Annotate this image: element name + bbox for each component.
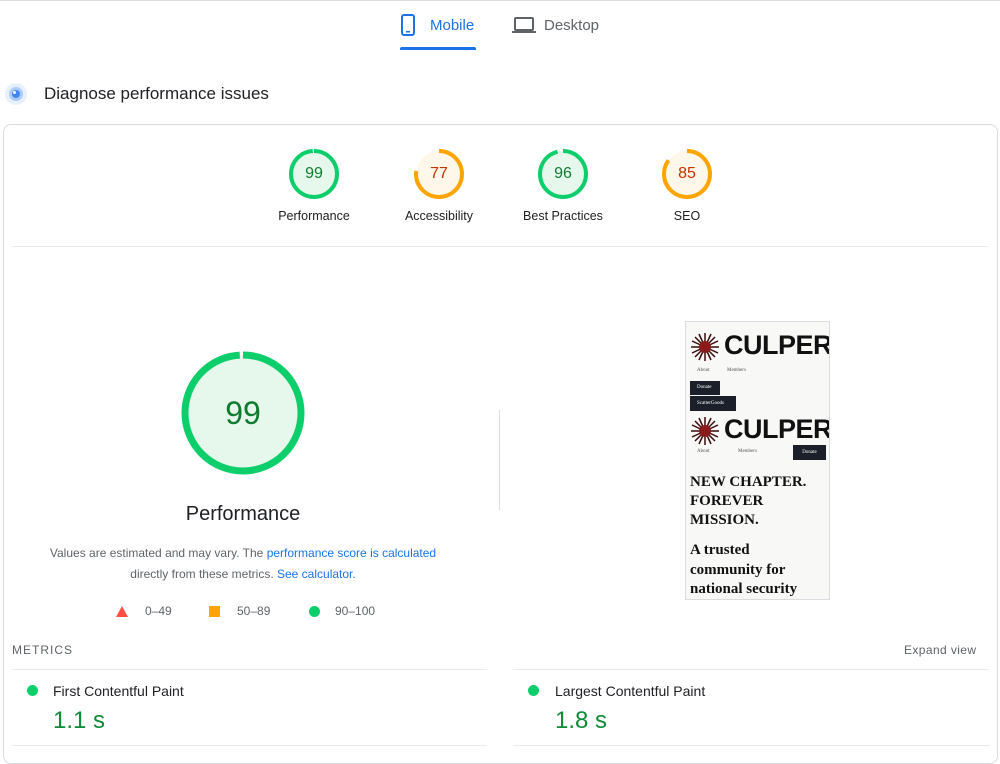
- gauge-seo[interactable]: 85 SEO: [642, 148, 732, 223]
- metric-value: 1.1 s: [53, 707, 106, 734]
- score-note: Values are estimated and may vary. The p…: [30, 543, 456, 585]
- donate-button: Donate: [690, 381, 720, 395]
- metrics-title: METRICS: [12, 643, 73, 657]
- pass-circle-icon: [27, 685, 38, 696]
- performance-score: 99: [225, 395, 261, 431]
- phone-icon: [400, 14, 416, 36]
- legend-pass: 90–100: [309, 602, 375, 620]
- tab-desktop[interactable]: Desktop: [512, 14, 599, 36]
- metric-name: First Contentful Paint: [53, 683, 184, 699]
- donate-button-2: Donate: [793, 445, 826, 460]
- performance-label: Performance: [185, 503, 301, 525]
- gauges-divider: [12, 246, 988, 247]
- starburst-logo-icon: [690, 332, 720, 367]
- hero-line-1: NEW CHAPTER.: [690, 474, 807, 490]
- metric-lcp: Largest Contentful Paint 1.8 s: [513, 670, 989, 746]
- top-divider: [0, 0, 1000, 1]
- sub-line-1: A trusted: [690, 542, 750, 558]
- tab-mobile-label: Mobile: [430, 16, 475, 34]
- hero-line-2: FOREVER: [690, 493, 764, 509]
- expand-view-button[interactable]: Expand view: [904, 643, 976, 657]
- gauge-accessibility[interactable]: 77 Accessibility: [394, 148, 484, 223]
- gauge-label: Best Practices: [523, 209, 603, 223]
- starburst-logo-icon-2: [690, 416, 720, 451]
- metric-divider: [12, 745, 487, 746]
- nav-members-2: Members: [738, 449, 757, 454]
- sub-line-2: community for: [690, 561, 786, 578]
- sub-line-3: national security: [690, 581, 798, 597]
- gauge-ring: 99: [288, 148, 340, 200]
- see-calculator-link[interactable]: See calculator.: [277, 567, 356, 581]
- brand-name-2: CULPER: [724, 414, 830, 444]
- lighthouse-icon: [4, 82, 28, 106]
- note-text: Values are estimated and may vary. The: [49, 546, 264, 560]
- tab-desktop-label: Desktop: [544, 16, 600, 34]
- active-tab-indicator: [400, 47, 476, 50]
- metric-fcp: First Contentful Paint 1.1 s: [12, 670, 487, 746]
- circle-icon: [309, 605, 320, 617]
- gauge-score: 96: [554, 165, 572, 182]
- gauge-label: SEO: [673, 209, 701, 223]
- gauge-score: 85: [678, 165, 696, 182]
- tab-mobile[interactable]: Mobile: [400, 14, 474, 36]
- gauge-ring: 85: [661, 148, 713, 200]
- score-calculated-link[interactable]: performance score is calculated: [267, 546, 436, 560]
- legend-average: 50–89: [209, 602, 270, 620]
- pass-circle-icon: [528, 685, 539, 696]
- metric-name: Largest Contentful Paint: [555, 683, 706, 699]
- note-text-2: directly from these metrics.: [130, 567, 274, 581]
- legend-average-label: 50–89: [237, 604, 271, 618]
- nav-members: Members: [727, 368, 746, 373]
- metric-divider: [513, 745, 989, 746]
- legend-pass-label: 90–100: [335, 604, 376, 618]
- nav-about-2: About: [697, 449, 710, 454]
- square-icon: [209, 605, 220, 617]
- metric-value: 1.8 s: [555, 707, 608, 734]
- hero-line-3: MISSION.: [690, 512, 759, 528]
- nav-about: About: [697, 368, 710, 373]
- scattergoods-button: ScatterGoods: [690, 396, 736, 411]
- gauge-score: 99: [305, 165, 323, 182]
- triangle-icon: [116, 605, 128, 617]
- brand-name: CULPER: [724, 330, 830, 360]
- legend-fail-label: 0–49: [145, 604, 172, 618]
- gauge-label: Accessibility: [404, 209, 474, 223]
- legend-fail: 0–49: [116, 602, 172, 620]
- gauge-label: Performance: [278, 209, 350, 223]
- laptop-icon: [512, 16, 536, 34]
- gauge-best-practices[interactable]: 96 Best Practices: [518, 148, 608, 223]
- gauge-performance[interactable]: 99 Performance: [269, 148, 359, 223]
- diagnose-title: Diagnose performance issues: [44, 84, 269, 103]
- gauge-ring: 77: [413, 148, 465, 200]
- hero-subhead: A trusted community for national securit…: [690, 541, 798, 599]
- page-screenshot: CULPER About Members Donate ScatterGoods…: [685, 321, 830, 600]
- gauge-ring: 96: [537, 148, 589, 200]
- report-card: [3, 124, 998, 764]
- hero-headline: NEW CHAPTER. FOREVER MISSION.: [690, 473, 806, 530]
- gauge-score: 77: [430, 165, 448, 182]
- vertical-divider: [499, 410, 500, 510]
